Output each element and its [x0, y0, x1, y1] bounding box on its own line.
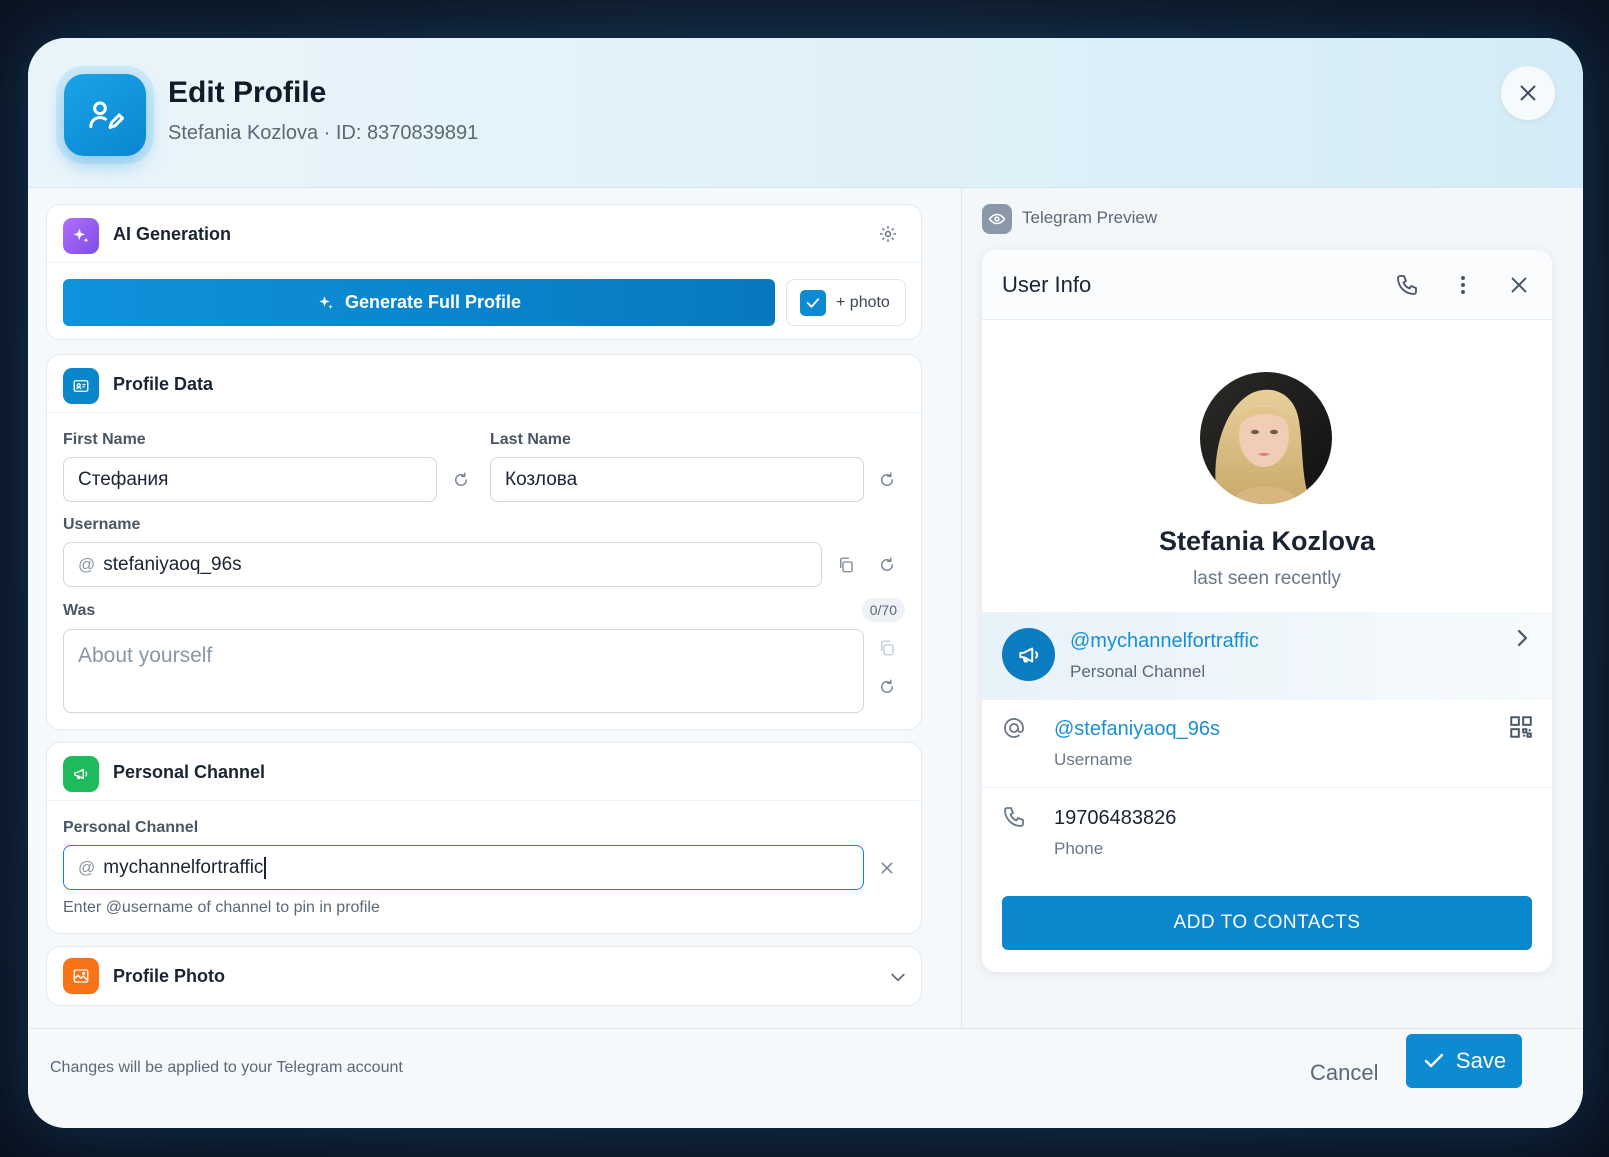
close-icon — [1520, 85, 1536, 101]
ai-generation-header: AI Generation — [47, 205, 921, 263]
profile-photo-title: Profile Photo — [113, 966, 225, 986]
tg-display-name: Stefania Kozlova — [1158, 526, 1376, 556]
save-button[interactable]: Save — [1406, 1034, 1522, 1088]
first-name-label: First Name — [63, 431, 146, 448]
photo-option-label: + photo — [836, 293, 890, 311]
megaphone-icon — [1002, 628, 1055, 681]
bio-placeholder: About yourself — [78, 644, 213, 667]
first-name-value: Стефания — [78, 468, 169, 490]
tg-last-seen: last seen recently — [1193, 568, 1341, 589]
profile-data-header: Profile Data — [47, 355, 921, 413]
refresh-icon[interactable] — [876, 676, 898, 698]
qr-code-icon[interactable] — [1508, 714, 1534, 740]
clear-icon[interactable] — [876, 857, 898, 879]
phone-icon — [1002, 805, 1026, 829]
channel-value: mychannelfortraffic — [103, 856, 264, 878]
username-value: stefaniyaoq_96s — [103, 553, 242, 575]
megaphone-icon — [63, 756, 99, 792]
last-name-value: Козлова — [505, 468, 578, 490]
refresh-icon[interactable] — [876, 469, 898, 491]
cancel-button[interactable]: Cancel — [1310, 1053, 1378, 1093]
at-prefix: @ — [78, 554, 96, 574]
gear-icon[interactable] — [877, 223, 899, 245]
at-icon — [1002, 716, 1026, 740]
personal-channel-card: Personal Channel Personal Channel @ mych… — [46, 742, 922, 934]
ai-generation-title: AI Generation — [113, 224, 232, 244]
tg-header: User Info — [982, 250, 1552, 320]
check-icon — [1424, 1053, 1444, 1068]
phone-icon[interactable] — [1394, 272, 1420, 298]
tg-phone-row[interactable]: 19706483826 Phone — [982, 789, 1552, 877]
channel-field-label: Personal Channel — [63, 819, 199, 836]
page-title: Edit Profile — [168, 76, 327, 109]
modal-footer: Changes will be applied to your Telegram… — [28, 1028, 1583, 1128]
more-vertical-icon[interactable] — [1450, 272, 1476, 298]
eye-icon — [982, 204, 1012, 234]
tg-channel-row[interactable]: @mychannelfortraffic Personal Channel — [982, 612, 1552, 700]
last-name-input[interactable]: Козлова — [490, 457, 864, 502]
user-edit-icon — [64, 74, 146, 156]
text-cursor — [264, 856, 266, 879]
tg-username-row[interactable]: @stefaniyaoq_96s Username — [982, 700, 1552, 788]
first-name-input[interactable]: Стефания — [63, 457, 437, 502]
last-name-label: Last Name — [490, 431, 571, 448]
chevron-down-icon[interactable] — [887, 966, 909, 988]
profile-data-title: Profile Data — [113, 374, 214, 394]
profile-photo-card[interactable]: Profile Photo — [46, 946, 922, 1006]
bio-counter: 0/70 — [861, 598, 905, 622]
close-button[interactable] — [1501, 66, 1555, 120]
id-card-icon — [63, 368, 99, 404]
close-icon[interactable] — [1506, 272, 1532, 298]
copy-icon[interactable] — [835, 554, 857, 576]
tg-channel-sub: Personal Channel — [1070, 662, 1206, 681]
add-to-contacts-button[interactable]: ADD TO CONTACTS — [1002, 896, 1532, 950]
edit-profile-modal: Edit Profile Stefania Kozlova · ID: 8370… — [28, 38, 1583, 1128]
username-label: Username — [63, 516, 141, 533]
tg-username-sub: Username — [1054, 750, 1133, 769]
modal-header: Edit Profile Stefania Kozlova · ID: 8370… — [28, 38, 1583, 188]
tg-username-link[interactable]: @stefaniyaoq_96s — [1054, 718, 1220, 741]
include-photo-option[interactable]: + photo — [786, 279, 906, 326]
generate-label: Generate Full Profile — [344, 292, 522, 312]
save-label: Save — [1455, 1048, 1507, 1073]
tg-header-title: User Info — [1002, 272, 1092, 297]
channel-hint: Enter @username of channel to pin in pro… — [63, 899, 380, 916]
refresh-icon[interactable] — [876, 554, 898, 576]
page-subtitle: Stefania Kozlova · ID: 8370839891 — [168, 122, 479, 144]
ai-generation-card: AI Generation Generate Full Profile + ph… — [46, 204, 922, 340]
check-icon — [806, 297, 820, 308]
profile-data-card: Profile Data First Name Стефания Last Na… — [46, 354, 922, 730]
photo-checkbox[interactable] — [800, 289, 826, 316]
tg-phone-sub: Phone — [1054, 839, 1104, 858]
tg-channel-link[interactable]: @mychannelfortraffic — [1070, 630, 1259, 653]
image-icon — [63, 958, 99, 994]
bio-label: Was — [63, 602, 96, 619]
telegram-preview-panel: Telegram Preview User Info Stefania Kozl… — [962, 188, 1583, 1028]
bio-textarea[interactable]: About yourself — [63, 629, 864, 713]
at-prefix: @ — [78, 857, 96, 877]
generate-full-profile-button[interactable]: Generate Full Profile — [63, 279, 775, 326]
avatar[interactable] — [1200, 372, 1332, 504]
telegram-user-card: User Info Stefania Kozlova last seen rec… — [982, 250, 1552, 972]
chevron-right-icon — [1510, 626, 1534, 650]
refresh-icon[interactable] — [450, 469, 472, 491]
edit-form-panel: AI Generation Generate Full Profile + ph… — [28, 188, 962, 1028]
channel-input[interactable]: @ mychannelfortraffic — [63, 845, 864, 890]
preview-label: Telegram Preview — [1022, 208, 1158, 227]
sparkle-icon — [63, 218, 99, 254]
username-input[interactable]: @ stefaniyaoq_96s — [63, 542, 822, 587]
tg-phone-number: 19706483826 — [1054, 807, 1177, 829]
personal-channel-title: Personal Channel — [113, 762, 266, 782]
footer-note: Changes will be applied to your Telegram… — [50, 1059, 403, 1076]
copy-icon[interactable] — [876, 637, 898, 659]
personal-channel-header: Personal Channel — [47, 743, 921, 801]
sparkle-icon — [319, 295, 333, 309]
